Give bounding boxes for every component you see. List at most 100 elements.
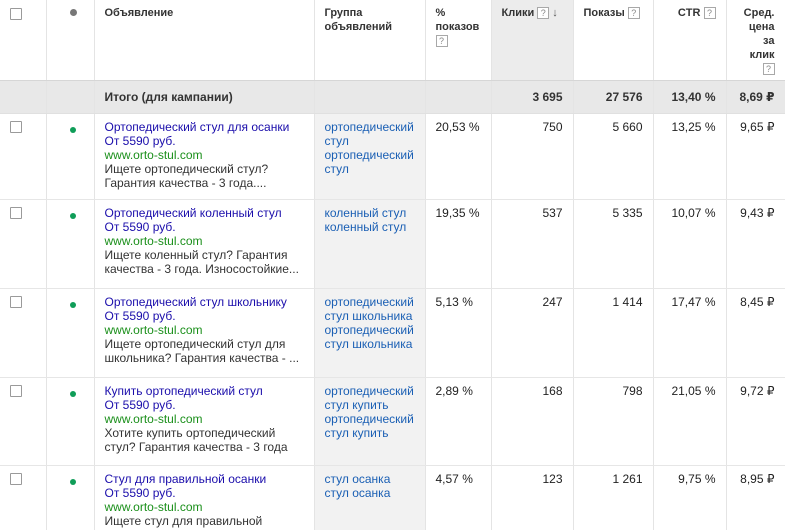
ad-url: www.orto-stul.com	[104, 323, 203, 337]
ad-description: Ищете коленный стул? Гарантия качества -…	[104, 248, 299, 276]
ad-title-link[interactable]: Ортопедический коленный стул	[105, 206, 304, 220]
ad-group-link[interactable]: коленный стул коленный стул	[325, 206, 415, 234]
group-cell: стул осанка стул осанка	[314, 465, 426, 530]
clicks-cell: 168	[491, 377, 574, 466]
status-active-icon	[69, 479, 76, 485]
header-group[interactable]: Группа объявлений	[314, 0, 426, 81]
ad-group-link[interactable]: стул осанка стул осанка	[325, 472, 415, 500]
ad-price: От 5590 руб.	[104, 134, 176, 148]
ads-table: Объявление Группа объявлений % показов ?…	[0, 0, 785, 530]
row-checkbox[interactable]	[10, 296, 22, 308]
group-cell: ортопедический стул школьника ортопедиче…	[314, 288, 426, 378]
avg-cpc-cell: 8,45 ₽	[726, 288, 785, 378]
pct-shows-cell: 4,57 %	[425, 465, 492, 530]
ctr-cell: 17,47 %	[653, 288, 727, 378]
total-row: Итого (для кампании) 3 695 27 576 13,40 …	[0, 80, 785, 114]
ad-description: Ищете ортопедический стул? Гарантия каче…	[104, 162, 269, 190]
total-label: Итого (для кампании)	[94, 80, 315, 114]
row-checkbox[interactable]	[10, 473, 22, 485]
row-checkbox[interactable]	[10, 121, 22, 133]
shows-cell: 1 261	[573, 465, 654, 530]
pct-shows-cell: 2,89 %	[425, 377, 492, 466]
ad-description: Ищете ортопедический стул для школьника?…	[104, 337, 300, 365]
header-status[interactable]	[46, 0, 95, 81]
group-cell: ортопедический стул ортопедический стул	[314, 113, 426, 200]
ad-price: От 5590 руб.	[104, 220, 176, 234]
group-cell: ортопедический стул купить ортопедически…	[314, 377, 426, 466]
ad-title-link[interactable]: Ортопедический стул для осанки	[105, 120, 304, 134]
pct-shows-cell: 19,35 %	[425, 199, 492, 289]
total-clicks: 3 695	[491, 80, 574, 114]
avg-cpc-cell: 9,72 ₽	[726, 377, 785, 466]
shows-cell: 798	[573, 377, 654, 466]
table-header-row: Объявление Группа объявлений % показов ?…	[0, 0, 785, 81]
ad-price: От 5590 руб.	[104, 486, 176, 500]
table-row: Ортопедический коленный стул От 5590 руб…	[0, 199, 785, 289]
ctr-cell: 13,25 %	[653, 113, 727, 200]
header-ad[interactable]: Объявление	[94, 0, 315, 81]
ad-group-link[interactable]: ортопедический стул купить ортопедически…	[325, 384, 415, 440]
ad-title-link[interactable]: Купить ортопедический стул	[105, 384, 304, 398]
status-dot-icon	[69, 9, 77, 16]
ad-cell: Купить ортопедический стул От 5590 руб. …	[94, 377, 315, 466]
pct-shows-cell: 20,53 %	[425, 113, 492, 200]
ctr-cell: 21,05 %	[653, 377, 727, 466]
ad-url: www.orto-stul.com	[104, 500, 203, 514]
group-cell: коленный стул коленный стул	[314, 199, 426, 289]
status-active-icon	[69, 302, 76, 308]
ad-price: От 5590 руб.	[104, 309, 176, 323]
header-clicks[interactable]: Клики ? ↓	[491, 0, 574, 81]
shows-cell: 5 335	[573, 199, 654, 289]
ctr-cell: 9,75 %	[653, 465, 727, 530]
sort-down-icon[interactable]: ↓	[552, 7, 558, 19]
status-active-icon	[69, 127, 76, 133]
status-active-icon	[69, 213, 76, 219]
clicks-cell: 123	[491, 465, 574, 530]
header-shows[interactable]: Показы ?	[573, 0, 654, 81]
status-active-icon	[69, 391, 76, 397]
ad-cell: Ортопедический стул для осанки От 5590 р…	[94, 113, 315, 200]
help-icon[interactable]: ?	[627, 7, 640, 20]
ad-description: Хотите купить ортопедический стул? Гаран…	[104, 426, 288, 454]
clicks-cell: 247	[491, 288, 574, 378]
clicks-cell: 537	[491, 199, 574, 289]
ad-price: От 5590 руб.	[104, 398, 176, 412]
ad-url: www.orto-stul.com	[104, 412, 203, 426]
table-row: Стул для правильной осанки От 5590 руб. …	[0, 465, 785, 530]
table-row: Купить ортопедический стул От 5590 руб. …	[0, 377, 785, 466]
ad-title-link[interactable]: Стул для правильной осанки	[105, 472, 304, 486]
header-ctr[interactable]: CTR ?	[653, 0, 727, 81]
avg-cpc-cell: 9,65 ₽	[726, 113, 785, 200]
help-icon[interactable]: ?	[537, 7, 550, 20]
select-all-checkbox[interactable]	[10, 8, 22, 20]
ad-title-link[interactable]: Ортопедический стул школьнику	[105, 295, 304, 309]
row-checkbox[interactable]	[10, 207, 22, 219]
ad-group-link[interactable]: ортопедический стул школьника ортопедиче…	[325, 295, 415, 351]
ad-url: www.orto-stul.com	[104, 148, 203, 162]
clicks-cell: 750	[491, 113, 574, 200]
avg-cpc-cell: 9,43 ₽	[726, 199, 785, 289]
shows-cell: 5 660	[573, 113, 654, 200]
ad-cell: Ортопедический стул школьнику От 5590 ру…	[94, 288, 315, 378]
pct-shows-cell: 5,13 %	[425, 288, 492, 378]
table-row: Ортопедический стул школьнику От 5590 ру…	[0, 288, 785, 378]
ad-cell: Ортопедический коленный стул От 5590 руб…	[94, 199, 315, 289]
help-icon[interactable]: ?	[703, 7, 716, 20]
table-row: Ортопедический стул для осанки От 5590 р…	[0, 113, 785, 200]
row-checkbox[interactable]	[10, 385, 22, 397]
total-shows: 27 576	[573, 80, 654, 114]
ad-group-link[interactable]: ортопедический стул ортопедический стул	[325, 120, 415, 176]
header-avg-cpc[interactable]: Сред. цена за клик ?	[726, 0, 785, 81]
header-pct-shows[interactable]: % показов ?	[425, 0, 492, 81]
help-icon[interactable]: ?	[762, 63, 775, 76]
ad-url: www.orto-stul.com	[104, 234, 203, 248]
total-avg-cpc: 8,69 ₽	[726, 80, 785, 114]
total-ctr: 13,40 %	[653, 80, 727, 114]
avg-cpc-cell: 8,95 ₽	[726, 465, 785, 530]
header-select-all[interactable]	[0, 0, 47, 81]
ctr-cell: 10,07 %	[653, 199, 727, 289]
help-icon[interactable]: ?	[435, 35, 448, 48]
shows-cell: 1 414	[573, 288, 654, 378]
ad-cell: Стул для правильной осанки От 5590 руб. …	[94, 465, 315, 530]
ad-description: Ищете стул для правильной осанки? Гарант…	[104, 514, 302, 530]
